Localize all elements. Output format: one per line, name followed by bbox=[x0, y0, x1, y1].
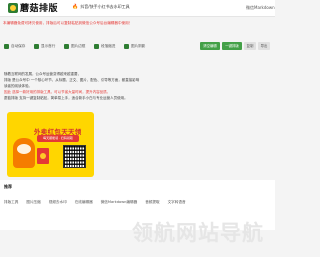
notice-banner: 本编辑器免费可拷贝使用，排版后可以复制粘贴到微信公众号后台编辑器中使用！ bbox=[3, 21, 133, 25]
clear-button[interactable]: 清空编辑 bbox=[200, 42, 220, 50]
section-link[interactable]: 排版工具 bbox=[4, 200, 18, 205]
article-line: 蘑菇排版 支持一键复制粘贴，简单易上手，适合新手小白与专业运营人员使用。 bbox=[4, 96, 128, 100]
header-promo-link[interactable]: 🔥 抖音/快手小红书去水印工具 bbox=[72, 4, 130, 10]
promo-card[interactable]: 外卖红包天天领 每天都能领 · 扫码领取 bbox=[7, 112, 94, 177]
toolbar-item-label: 图片边框 bbox=[71, 44, 86, 48]
section-link[interactable]: 文字转语音 bbox=[168, 200, 186, 205]
logo-icon bbox=[8, 2, 18, 13]
recommend-section: 推荐 排版工具 图片压缩 视频去水印 在线编辑器 微信Markdown编辑器 音… bbox=[0, 180, 275, 230]
checkbox-icon bbox=[64, 44, 69, 49]
format-button[interactable]: 一键排版 bbox=[222, 42, 242, 50]
section-link[interactable]: 音频提取 bbox=[145, 200, 159, 205]
section-link[interactable]: 在线编辑器 bbox=[75, 200, 93, 205]
copy-button[interactable]: 复制 bbox=[244, 42, 256, 50]
editor-toolbar: 自动保存 显示首行 图片边框 段落缩进 图片阴影 清空编辑 一键排版 复制 导出 bbox=[0, 40, 275, 54]
section-links: 排版工具 图片压缩 视频去水印 在线编辑器 微信Markdown编辑器 音频提取… bbox=[4, 200, 186, 205]
toolbar-item-label: 图片阴影 bbox=[131, 44, 146, 48]
toolbar-autosave[interactable]: 自动保存 bbox=[4, 43, 25, 50]
checkbox-icon bbox=[124, 44, 129, 49]
section-link[interactable]: 微信Markdown编辑器 bbox=[101, 200, 138, 205]
toolbar-item-label: 段落缩进 bbox=[101, 44, 116, 48]
promo-subtitle: 每天都能领 · 扫码领取 bbox=[37, 135, 79, 142]
qr-code-image bbox=[63, 145, 86, 168]
toolbar-paragraph-indent[interactable]: 段落缩进 bbox=[94, 43, 115, 50]
section-link[interactable]: 视频去水印 bbox=[49, 200, 67, 205]
logo-text: 蘑菇排版 bbox=[20, 4, 59, 14]
checkbox-icon bbox=[94, 44, 99, 49]
section-title: 推荐 bbox=[4, 184, 12, 189]
toolbar-item-label: 自动保存 bbox=[11, 44, 26, 48]
red-envelope-icon bbox=[37, 148, 49, 164]
site-logo[interactable]: 蘑菇排版 bbox=[8, 2, 59, 14]
header-right-link[interactable]: 微信Markdown bbox=[246, 5, 275, 11]
toolbar-image-border[interactable]: 图片边框 bbox=[64, 43, 85, 50]
section-link[interactable]: 图片压缩 bbox=[26, 200, 40, 205]
fire-icon: 🔥 bbox=[72, 4, 79, 10]
toolbar-item-label: 显示首行 bbox=[41, 44, 56, 48]
checkbox-icon bbox=[34, 44, 39, 49]
toolbar-show-first-line[interactable]: 显示首行 bbox=[34, 43, 55, 50]
export-button[interactable]: 导出 bbox=[258, 42, 270, 50]
top-header: 蘑菇排版 🔥 抖音/快手小红书去水印工具 微信Markdown bbox=[0, 0, 275, 17]
header-promo-text: 抖音/快手小红书去水印工具 bbox=[80, 4, 130, 9]
toolbar-image-shadow[interactable]: 图片阴影 bbox=[124, 43, 145, 50]
mascot-illustration bbox=[13, 138, 35, 168]
checkbox-icon bbox=[4, 44, 9, 49]
